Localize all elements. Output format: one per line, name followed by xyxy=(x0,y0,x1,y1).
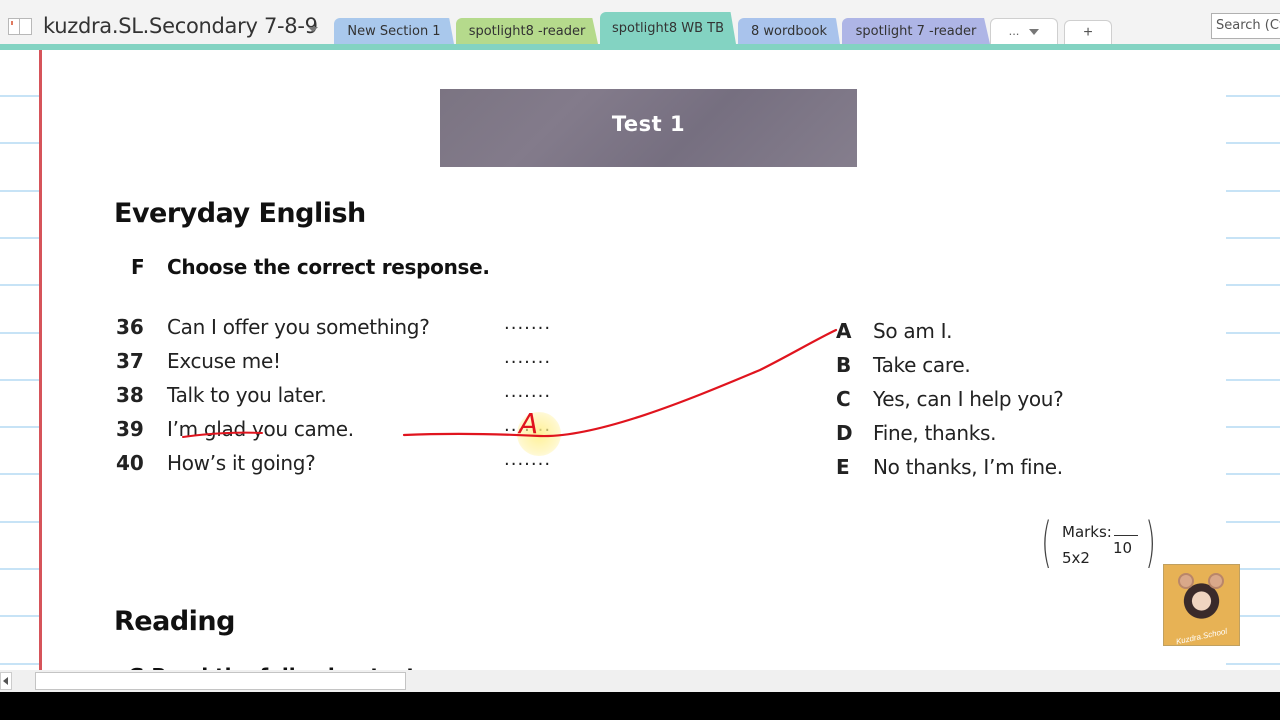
search-input[interactable]: Search (Ctrl+E) xyxy=(1211,13,1280,39)
marks-total: 10 xyxy=(1113,539,1133,557)
answer-blank[interactable]: ....... xyxy=(504,347,551,368)
response-letter: A xyxy=(836,319,852,343)
question-row: 37 Excuse me! ....... xyxy=(116,347,576,379)
response-letter: C xyxy=(836,387,851,411)
response-text: No thanks, I’m fine. xyxy=(873,455,1063,479)
pen-cursor-highlight xyxy=(517,412,561,456)
ruled-line xyxy=(0,568,39,570)
response-text: Take care. xyxy=(873,353,971,377)
marks-label: Marks: xyxy=(1062,523,1112,541)
marks-score-line xyxy=(1114,535,1138,536)
section-heading-everyday-english: Everyday English xyxy=(114,198,366,229)
ruled-line xyxy=(1226,331,1280,334)
tab-spotlight8-reader[interactable]: spotlight8 -reader xyxy=(456,18,598,44)
letterbox-strip xyxy=(0,692,1280,720)
marks-box: ( Marks: 5x2 10 ) xyxy=(1041,511,1157,577)
ruled-line xyxy=(1226,284,1280,287)
ruled-line xyxy=(0,662,39,665)
response-option: E No thanks, I’m fine. xyxy=(836,455,1136,485)
response-option: A So am I. xyxy=(836,319,1136,349)
response-option: D Fine, thanks. xyxy=(836,421,1136,451)
notebook-icon[interactable] xyxy=(8,18,32,35)
chevron-down-icon xyxy=(1029,28,1040,35)
question-row: 36 Can I offer you something? ....... xyxy=(116,313,576,345)
response-option: B Take care. xyxy=(836,353,1136,383)
ruled-line xyxy=(0,615,39,618)
ruled-line xyxy=(1226,426,1280,429)
question-text: Excuse me! xyxy=(167,349,281,373)
question-number: 39 xyxy=(116,417,144,441)
answer-blank[interactable]: ....... xyxy=(504,313,551,334)
ruled-line xyxy=(0,284,39,287)
avatar-caption: Kuzdra.School xyxy=(1175,626,1228,646)
add-section-button[interactable]: + xyxy=(1064,20,1112,44)
ruled-line xyxy=(1226,378,1280,381)
question-text: Can I offer you something? xyxy=(167,315,430,339)
tab-new-section-1[interactable]: New Section 1 xyxy=(334,18,454,44)
horizontal-scrollbar[interactable] xyxy=(0,670,1280,692)
notebook-title[interactable]: kuzdra.SL.Secondary 7-8-9 xyxy=(43,14,318,38)
question-text: I’m glad you came. xyxy=(167,417,354,441)
response-letter: E xyxy=(836,455,850,479)
task-instruction: Choose the correct response. xyxy=(167,255,490,279)
avatar-ear xyxy=(1208,573,1224,589)
question-number: 37 xyxy=(116,349,144,373)
question-row: 38 Talk to you later. ....... xyxy=(116,381,576,413)
test-banner: Test 1 xyxy=(440,89,857,167)
presenter-avatar: Kuzdra.School xyxy=(1163,564,1240,646)
section-heading-reading: Reading xyxy=(114,606,235,637)
ruled-line xyxy=(0,236,39,239)
scroll-left-arrow-icon[interactable] xyxy=(0,672,12,690)
ruled-line xyxy=(0,95,39,97)
response-letter: D xyxy=(836,421,853,445)
ruled-line xyxy=(1226,95,1280,97)
ruled-line xyxy=(0,426,39,429)
ruled-line xyxy=(1226,189,1280,192)
question-text: Talk to you later. xyxy=(167,383,327,407)
ruled-line xyxy=(0,378,39,381)
question-number: 36 xyxy=(116,315,144,339)
marks-formula: 5x2 xyxy=(1062,549,1090,567)
response-option: C Yes, can I help you? xyxy=(836,387,1136,417)
left-paren: ( xyxy=(1041,511,1052,574)
question-number: 38 xyxy=(116,383,144,407)
response-text: Yes, can I help you? xyxy=(873,387,1064,411)
tab-spotlight-7-reader[interactable]: spotlight 7 -reader xyxy=(842,18,990,44)
ruled-line xyxy=(1226,520,1280,523)
ruled-line xyxy=(0,142,39,145)
avatar-ear xyxy=(1178,573,1194,589)
ruled-line xyxy=(1226,142,1280,145)
question-row: 40 How’s it going? ....... xyxy=(116,449,576,481)
response-text: So am I. xyxy=(873,319,953,343)
tab-8-wordbook[interactable]: 8 wordbook xyxy=(738,18,840,44)
question-number: 40 xyxy=(116,451,144,475)
ruled-line xyxy=(1226,236,1280,239)
notebook-header: kuzdra.SL.Secondary 7-8-9 New Section 1 … xyxy=(0,0,1280,44)
more-tabs-label: ... xyxy=(1008,23,1020,38)
ruled-line xyxy=(0,473,39,476)
response-text: Fine, thanks. xyxy=(873,421,997,445)
note-page[interactable]: Test 1 Everyday English F Choose the cor… xyxy=(0,50,1280,670)
ruled-line xyxy=(1226,662,1280,665)
ruled-line xyxy=(0,189,39,192)
margin-line xyxy=(39,50,42,670)
question-text: How’s it going? xyxy=(167,451,316,475)
task-letter: F xyxy=(131,255,145,279)
scrollbar-thumb[interactable] xyxy=(35,672,406,690)
response-letter: B xyxy=(836,353,852,377)
chevron-down-icon[interactable] xyxy=(308,27,318,32)
ruled-line xyxy=(0,520,39,523)
more-tabs-button[interactable]: ... xyxy=(990,18,1058,44)
tab-spotlight8-wb-tb[interactable]: spotlight8 WB TB xyxy=(600,12,736,44)
answer-blank[interactable]: ....... xyxy=(504,381,551,402)
ruled-line xyxy=(1226,473,1280,476)
right-paren: ) xyxy=(1145,511,1156,574)
question-row: 39 I’m glad you came. ....... xyxy=(116,415,576,447)
ruled-line xyxy=(0,331,39,334)
